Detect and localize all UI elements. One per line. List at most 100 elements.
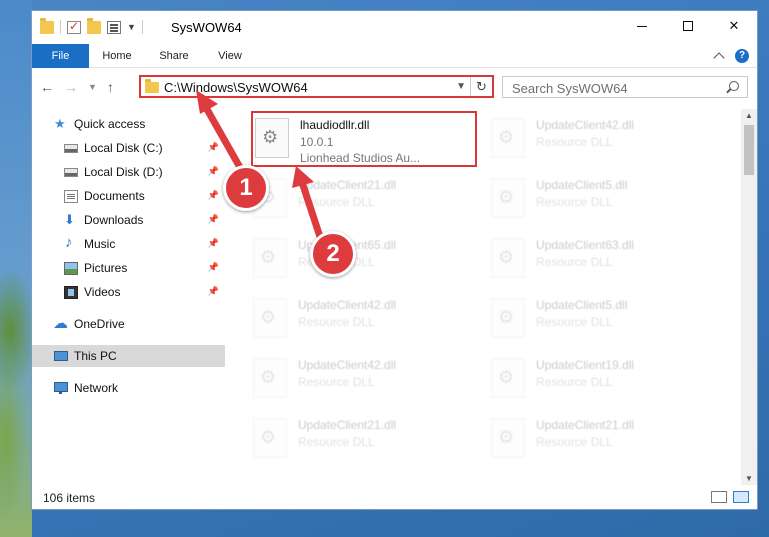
pin-icon[interactable]: 📌 <box>208 190 219 201</box>
properties-check-icon[interactable] <box>67 19 81 34</box>
pin-icon[interactable]: 📌 <box>208 286 219 297</box>
monitor-icon <box>54 351 68 361</box>
view-toggle <box>711 491 749 503</box>
file-item[interactable]: UpdateClient19.dll Resource DLL <box>489 353 715 409</box>
sidebar-item-label: Documents <box>84 189 145 203</box>
details-view-icon[interactable] <box>711 491 727 503</box>
scroll-up-arrow-icon[interactable]: ▲ <box>745 111 753 120</box>
address-bar[interactable]: C:\Windows\SysWOW64 ▼ ↻ <box>139 75 494 98</box>
file-item[interactable]: UpdateClient21.dll Resource DLL <box>251 173 477 229</box>
navigation-buttons: ← → ▼ ↑ <box>40 79 114 95</box>
file-item[interactable]: UpdateClient42.dll Resource DLL <box>251 353 477 409</box>
back-arrow-icon[interactable]: ← <box>40 79 54 95</box>
vertical-scrollbar[interactable]: ▲ ▼ <box>741 109 757 485</box>
tiles-view-icon[interactable] <box>733 491 749 503</box>
expand-ribbon-chevron-icon[interactable] <box>713 52 725 64</box>
sidebar-item-videos[interactable]: Videos 📌 <box>32 281 225 303</box>
sidebar-item-quick-access[interactable]: Quick access <box>32 113 225 135</box>
quick-access-toolbar: ▼ <box>40 17 143 34</box>
qat-dropdown-chevron-icon[interactable]: ▼ <box>127 22 136 32</box>
file-item[interactable]: UpdateClient42.dll Resource DLL <box>489 113 715 169</box>
scroll-down-arrow-icon[interactable]: ▼ <box>745 474 753 483</box>
dll-file-gear-icon <box>253 418 287 458</box>
tab-file[interactable]: File <box>32 44 89 68</box>
sidebar-item-label: Pictures <box>84 261 128 275</box>
tab-view[interactable]: View <box>212 44 248 68</box>
pin-icon[interactable]: 📌 <box>208 238 219 249</box>
search-box[interactable]: Search SysWOW64 <box>502 76 748 98</box>
file-name: UpdateClient5.dll <box>536 298 628 312</box>
file-item[interactable]: UpdateClient21.dll Resource DLL <box>251 413 477 469</box>
file-item[interactable]: UpdateClient65.dll Resource DLL <box>251 233 477 289</box>
pin-icon[interactable]: 📌 <box>208 214 219 225</box>
file-version: 10.0.1 <box>300 135 334 149</box>
file-name: UpdateClient21.dll <box>536 418 635 432</box>
file-description: Resource DLL <box>536 135 613 149</box>
videos-icon <box>64 285 78 299</box>
new-folder-icon[interactable] <box>87 17 101 34</box>
file-item[interactable]: UpdateClient21.dll Resource DLL <box>489 413 715 469</box>
pin-icon[interactable]: 📌 <box>208 142 219 153</box>
sidebar-item-downloads[interactable]: Downloads 📌 <box>32 209 225 231</box>
search-placeholder[interactable]: Search SysWOW64 <box>512 81 628 96</box>
file-name: UpdateClient21.dll <box>298 418 397 432</box>
desktop-wallpaper <box>0 0 32 537</box>
file-name: UpdateClient42.dll <box>298 358 397 372</box>
close-icon: ✕ <box>728 18 740 33</box>
quick-access-star-icon <box>54 116 68 132</box>
dll-file-gear-icon <box>491 358 525 398</box>
file-item-lhaudiodllr[interactable]: lhaudiodllr.dll 10.0.1 Lionhead Studios … <box>251 111 477 167</box>
download-arrow-icon <box>64 212 78 228</box>
network-icon <box>54 381 68 395</box>
file-item[interactable]: UpdateClient5.dll Resource DLL <box>489 293 715 349</box>
forward-arrow-icon[interactable]: → <box>64 79 78 95</box>
sidebar-item-label: Local Disk (D:) <box>84 165 163 179</box>
help-icon[interactable]: ? <box>735 49 749 63</box>
sidebar-item-label: Quick access <box>74 117 146 131</box>
window-title: SysWOW64 <box>171 20 242 35</box>
sidebar-item-label: Downloads <box>84 213 144 227</box>
drive-icon <box>64 143 78 153</box>
maximize-button[interactable] <box>665 11 711 41</box>
file-item[interactable]: UpdateClient5.dll Resource DLL <box>489 173 715 229</box>
file-item[interactable]: UpdateClient42.dll Resource DLL <box>251 293 477 349</box>
sidebar-item-music[interactable]: Music 📌 <box>32 233 225 255</box>
sidebar-item-this-pc[interactable]: This PC <box>32 345 225 367</box>
file-name: UpdateClient42.dll <box>536 118 635 132</box>
folder-icon[interactable] <box>40 17 54 34</box>
tab-share[interactable]: Share <box>154 44 194 68</box>
sidebar-item-pictures[interactable]: Pictures 📌 <box>32 257 225 279</box>
pin-icon[interactable]: 📌 <box>208 166 219 177</box>
sidebar-item-onedrive[interactable]: OneDrive <box>32 313 225 335</box>
file-name: UpdateClient63.dll <box>536 238 635 252</box>
recent-locations-chevron-icon[interactable]: ▼ <box>88 82 97 92</box>
title-bar: ▼ SysWOW64 ✕ <box>32 11 757 42</box>
search-icon[interactable] <box>729 81 739 91</box>
address-path[interactable]: C:\Windows\SysWOW64 <box>164 80 308 95</box>
sidebar-item-label: Network <box>74 381 119 395</box>
file-explorer-window: ▼ SysWOW64 ✕ File Home Share View ? ← → … <box>31 10 758 510</box>
ribbon-controls: ? <box>713 49 749 64</box>
file-description: Resource DLL <box>536 435 613 449</box>
minimize-button[interactable] <box>619 11 665 41</box>
close-button[interactable]: ✕ <box>711 11 757 41</box>
refresh-icon[interactable]: ↻ <box>470 77 492 96</box>
customize-list-icon[interactable] <box>107 20 121 34</box>
sidebar-item-label: OneDrive <box>74 317 125 331</box>
tab-home[interactable]: Home <box>95 44 139 68</box>
onedrive-cloud-icon <box>53 314 68 332</box>
file-description: Resource DLL <box>536 315 613 329</box>
pin-icon[interactable]: 📌 <box>208 262 219 273</box>
sidebar-item-local-disk-c[interactable]: Local Disk (C:) 📌 <box>32 137 225 159</box>
up-arrow-icon[interactable]: ↑ <box>107 79 114 95</box>
sidebar-item-label: This PC <box>74 349 117 363</box>
sidebar-item-documents[interactable]: Documents 📌 <box>32 185 225 207</box>
file-item[interactable]: UpdateClient63.dll Resource DLL <box>489 233 715 289</box>
maximize-icon <box>683 21 693 31</box>
minimize-icon <box>637 25 647 27</box>
sidebar-item-local-disk-d[interactable]: Local Disk (D:) 📌 <box>32 161 225 183</box>
address-history-chevron-icon[interactable]: ▼ <box>456 81 466 92</box>
sidebar-item-network[interactable]: Network <box>32 377 225 399</box>
item-count: 106 items <box>43 491 96 505</box>
scrollbar-thumb[interactable] <box>744 125 754 175</box>
